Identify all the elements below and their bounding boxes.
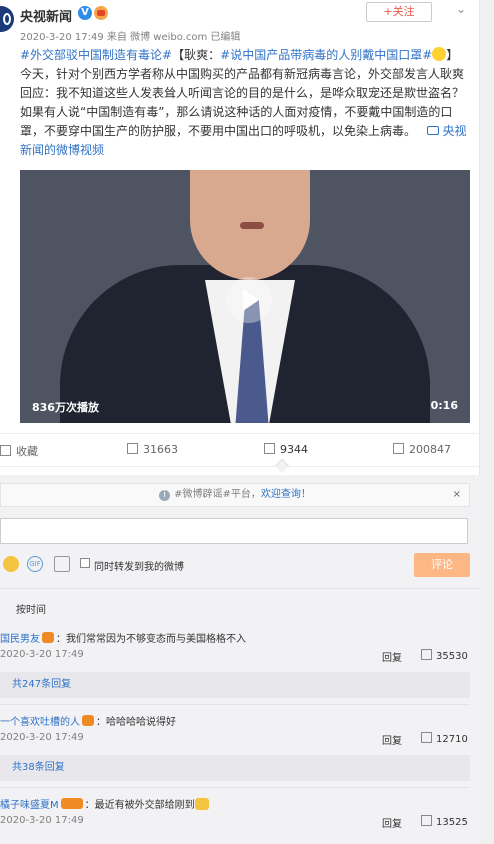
avatar-icon[interactable] xyxy=(0,6,14,32)
submit-comment-button[interactable]: 评论 xyxy=(414,553,470,577)
member-badge-icon xyxy=(94,6,108,20)
comment-icon xyxy=(264,443,275,454)
page-scroll-gutter xyxy=(480,0,494,844)
user-badge-icon xyxy=(60,798,83,809)
post-header: 央视新闻 V 2020-3-20 17:49 来自 微博 weibo.com 已… xyxy=(0,0,480,43)
hashtag-link[interactable]: #外交部驳中国制造有毒论# xyxy=(20,48,172,62)
video-frame-mouth xyxy=(240,222,264,229)
comment-text-line: 橘子味盛夏M ：最近有被外交部给刚到 xyxy=(0,796,209,811)
divider xyxy=(0,704,470,705)
gif-icon[interactable]: GIF xyxy=(27,556,43,572)
comment-toolbar: GIF 同时转发到我的微博 xyxy=(0,553,480,577)
follow-button[interactable]: +关注 xyxy=(366,2,432,22)
reply-button[interactable]: 回复 xyxy=(382,649,402,664)
also-repost-checkbox[interactable] xyxy=(80,558,90,568)
comment-text: ：最近有被外交部给刚到 xyxy=(84,800,195,811)
like-icon xyxy=(421,649,432,660)
like-count: 200847 xyxy=(409,443,451,456)
like-icon xyxy=(393,443,404,454)
repost-count: 31663 xyxy=(143,443,178,456)
rumor-notice: i #微博辟谣#平台，欢迎查询！ × xyxy=(0,483,470,507)
comment-section: i #微博辟谣#平台，欢迎查询！ × GIF 同时转发到我的微博 评论 按时间 国… xyxy=(0,475,480,844)
comment-button[interactable]: 9344 xyxy=(264,443,308,456)
comment-text-line: 国民男友 ：我们常常因为不够变态而与美国格格不入 xyxy=(0,630,246,645)
author-name[interactable]: 央视新闻 xyxy=(20,6,72,25)
verified-icon: V xyxy=(78,6,92,20)
bracket-open: 【 xyxy=(172,48,185,62)
comment-date: 2020-3-20 17:49 xyxy=(0,815,84,826)
comment-date: 2020-3-20 17:49 xyxy=(0,649,84,660)
favorite-icon xyxy=(0,445,11,456)
hashtag-link-2[interactable]: #说中国产品带病毒的人别戴中国口罩# xyxy=(220,48,432,62)
smile-emoji-icon xyxy=(432,47,447,61)
user-badge-icon xyxy=(82,715,94,726)
user-badge-icon xyxy=(42,632,54,643)
reply-button[interactable]: 回复 xyxy=(382,732,402,747)
comment-pointer xyxy=(274,458,290,474)
reply-button[interactable]: 回复 xyxy=(382,815,402,830)
notice-text: #微博辟谣#平台， xyxy=(174,489,261,500)
info-icon: i xyxy=(159,490,171,501)
comment-like-button[interactable]: 12710 xyxy=(421,732,468,745)
comment-date: 2020-3-20 17:49 xyxy=(0,732,84,743)
like-icon xyxy=(421,815,432,826)
emoji-icon[interactable] xyxy=(3,556,19,572)
name-lead: 耿爽： xyxy=(184,48,221,62)
weibo-post-card: 央视新闻 V 2020-3-20 17:49 来自 微博 weibo.com 已… xyxy=(0,0,480,844)
close-icon[interactable]: × xyxy=(453,484,461,506)
comment-input[interactable] xyxy=(0,518,468,544)
video-icon xyxy=(427,126,440,135)
comment-like-count: 13525 xyxy=(436,817,468,828)
post-meta: 2020-3-20 17:49 来自 微博 weibo.com 已编辑 xyxy=(20,32,241,43)
more-replies-link[interactable]: 共247条回复 xyxy=(0,672,470,698)
sort-row: 按时间 xyxy=(0,588,480,618)
bracket-close: 】 xyxy=(446,48,459,62)
play-icon[interactable] xyxy=(226,277,272,323)
like-icon xyxy=(421,732,432,743)
more-replies-link[interactable]: 共38条回复 xyxy=(0,755,470,781)
comment-user[interactable]: 国民男友 xyxy=(0,634,40,645)
action-bar: 收藏 31663 9344 200847 xyxy=(0,433,480,474)
post-text: #外交部驳中国制造有毒论#【耿爽：#说中国产品带病毒的人别戴中国口罩# 】 今天，… xyxy=(20,46,472,160)
comment-like-button[interactable]: 35530 xyxy=(421,649,468,662)
comment-text: ：我们常常因为不够变态而与美国格格不入 xyxy=(56,634,246,645)
comment-user[interactable]: 橘子味盛夏M xyxy=(0,800,59,811)
comment-count: 9344 xyxy=(280,443,308,456)
comment-like-count: 35530 xyxy=(436,651,468,662)
video-play-count: 836万次播放 xyxy=(32,401,99,414)
favorite-label: 收藏 xyxy=(16,445,38,458)
image-icon[interactable] xyxy=(54,556,70,572)
post-body: 今天，针对个别西方学者称从中国购买的产品都有新冠病毒言论，外交部发言人耿爽回应：… xyxy=(20,67,465,138)
repost-icon xyxy=(127,443,138,454)
repost-button[interactable]: 31663 xyxy=(127,443,178,456)
divider xyxy=(0,787,470,788)
comment-like-count: 12710 xyxy=(436,734,468,745)
like-button[interactable]: 200847 xyxy=(393,443,451,456)
comment-text: ：哈哈哈哈说得好 xyxy=(96,717,176,728)
comment-like-button[interactable]: 13525 xyxy=(421,815,468,828)
video-player[interactable]: 836万次播放 0:16 xyxy=(20,170,470,423)
notice-link[interactable]: 欢迎查询！ xyxy=(261,489,311,500)
favorite-button[interactable]: 收藏 xyxy=(0,443,38,459)
comment-user[interactable]: 一个喜欢吐槽的人 xyxy=(0,717,80,728)
thumbs-emoji-icon xyxy=(194,798,209,810)
video-duration: 0:16 xyxy=(430,399,458,412)
chevron-down-icon[interactable]: ⌄ xyxy=(456,2,466,16)
also-repost-label: 同时转发到我的微博 xyxy=(94,562,184,573)
sort-by-time[interactable]: 按时间 xyxy=(16,601,46,616)
comment-text-line: 一个喜欢吐槽的人 ：哈哈哈哈说得好 xyxy=(0,713,176,728)
